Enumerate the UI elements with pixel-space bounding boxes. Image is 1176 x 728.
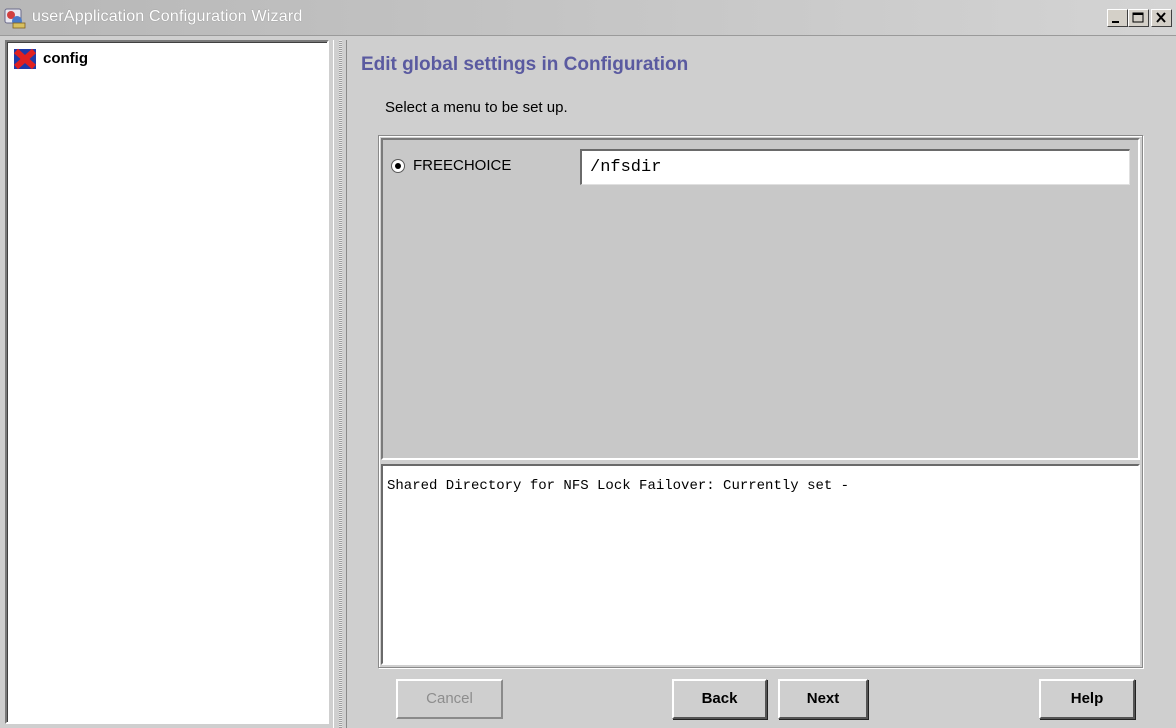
cancel-button[interactable]: Cancel <box>396 679 503 719</box>
freechoice-value-field[interactable] <box>580 149 1130 185</box>
app-icon <box>3 6 27 30</box>
window-title: userApplication Configuration Wizard <box>32 8 303 25</box>
config-tree[interactable]: config <box>5 40 329 724</box>
split-pane-divider[interactable] <box>333 40 347 728</box>
next-button[interactable]: Next <box>778 679 868 719</box>
description-text: Shared Directory for NFS Lock Failover: … <box>387 478 850 494</box>
freechoice-label: FREECHOICE <box>413 157 512 174</box>
minimize-button[interactable] <box>1107 9 1128 27</box>
page-title: Edit global settings in Configuration <box>361 54 689 75</box>
help-button[interactable]: Help <box>1039 679 1135 719</box>
maximize-button[interactable] <box>1128 9 1149 27</box>
instruction-text: Select a menu to be set up. <box>385 99 568 116</box>
options-panel: FREECHOICE <box>381 138 1140 460</box>
config-node-icon <box>13 48 37 70</box>
radio-selected-icon <box>391 159 405 173</box>
wizard-window: userApplication Configuration Wizard con… <box>0 0 1176 728</box>
tree-item-label: config <box>43 50 88 67</box>
back-button[interactable]: Back <box>672 679 767 719</box>
close-button[interactable] <box>1151 9 1172 27</box>
description-area: Shared Directory for NFS Lock Failover: … <box>381 464 1140 665</box>
title-bar[interactable]: userApplication Configuration Wizard <box>0 0 1176 36</box>
